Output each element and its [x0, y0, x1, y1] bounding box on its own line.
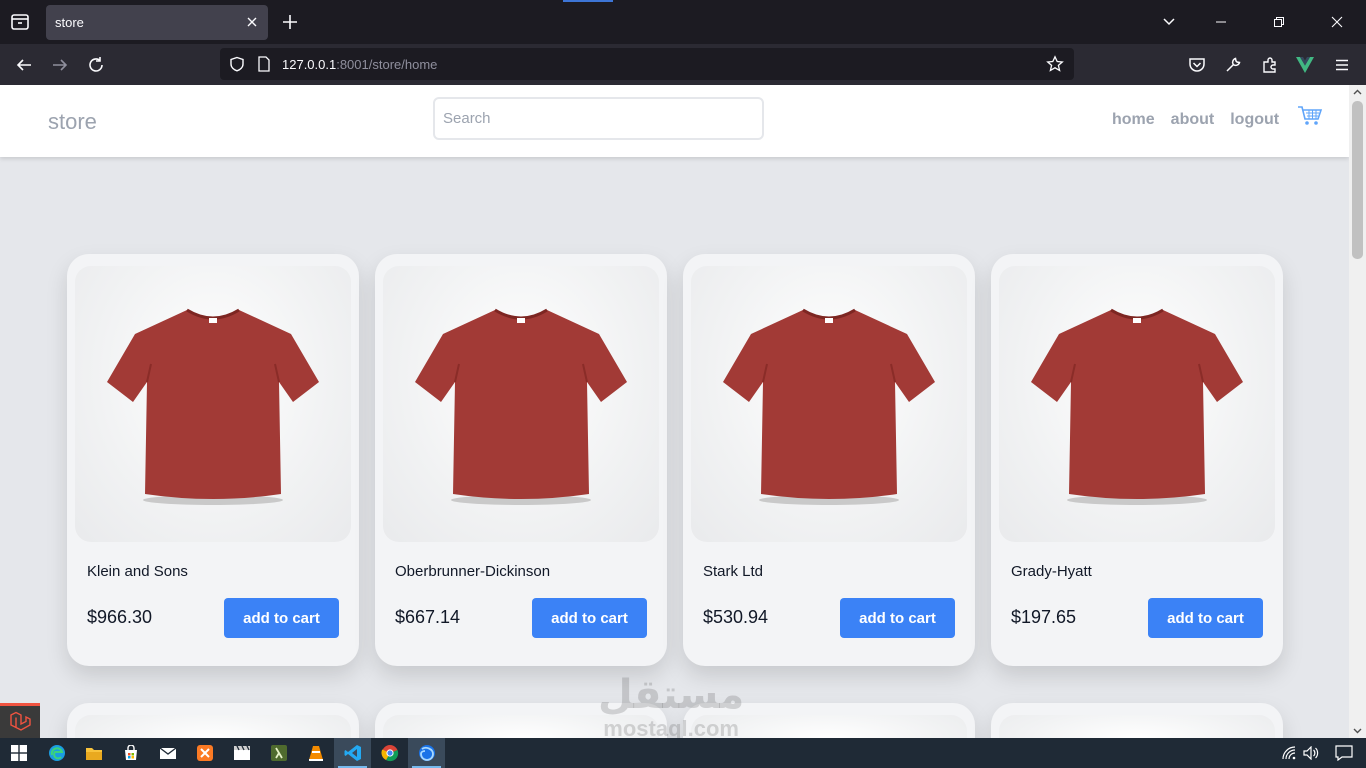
new-tab-icon[interactable] — [280, 12, 300, 32]
lambda-app-icon[interactable] — [260, 738, 297, 768]
product-name[interactable]: Oberbrunner-Dickinson — [395, 563, 550, 580]
product-price: $197.65 — [1011, 607, 1077, 627]
main-nav: home about logout — [1112, 111, 1279, 129]
product-name[interactable]: Stark Ltd — [703, 563, 763, 580]
product-price: $530.94 — [703, 607, 769, 627]
red-tshirt-image — [1031, 308, 1243, 505]
tab-loading-indicator — [563, 0, 613, 2]
chrome-icon[interactable] — [371, 738, 408, 768]
search-input[interactable] — [433, 97, 764, 140]
minimize-icon[interactable] — [1192, 0, 1250, 44]
tab-title: store — [55, 15, 84, 30]
product-image[interactable] — [691, 266, 967, 542]
browser-toolbar: 127.0.0.1:8001/store/home — [0, 44, 1366, 85]
scroll-down-icon[interactable] — [1353, 726, 1362, 735]
product-card: Grady-Hyatt $197.65 add to cart — [991, 254, 1283, 666]
product-card: Oberbrunner-Dickinson $667.14 add to car… — [375, 254, 667, 666]
url-path: :8001/store/home — [336, 57, 438, 72]
product-price: $966.30 — [87, 607, 153, 627]
reload-icon[interactable] — [85, 54, 107, 76]
red-tshirt-image — [415, 308, 627, 505]
shield-icon[interactable] — [226, 53, 248, 75]
url-text: 127.0.0.1:8001/store/home — [282, 57, 437, 72]
list-all-tabs-icon[interactable] — [1146, 0, 1192, 44]
restore-icon[interactable] — [1250, 0, 1308, 44]
tab-list-icon[interactable] — [8, 10, 32, 34]
product-image[interactable] — [999, 266, 1275, 542]
watermark-arabic: مستقل — [598, 673, 745, 717]
network-icon[interactable] — [1278, 738, 1300, 768]
notifications-icon[interactable] — [1322, 738, 1366, 768]
vue-devtools-icon[interactable] — [1294, 54, 1316, 76]
firefox-developer-icon[interactable] — [408, 738, 445, 768]
edge-icon[interactable] — [38, 738, 75, 768]
menu-icon[interactable] — [1331, 54, 1353, 76]
brand-logo[interactable]: store — [48, 109, 97, 135]
product-name[interactable]: Grady-Hyatt — [1011, 563, 1092, 580]
page-info-icon[interactable] — [253, 53, 275, 75]
browser-tab-bar: store — [0, 0, 1366, 44]
nav-logout-link[interactable]: logout — [1230, 111, 1279, 129]
scroll-up-icon[interactable] — [1353, 88, 1362, 97]
xampp-icon[interactable] — [186, 738, 223, 768]
product-card: Klein and Sons $966.30 add to cart — [67, 254, 359, 666]
nav-about-link[interactable]: about — [1171, 111, 1215, 129]
browser-tab[interactable]: store — [46, 5, 268, 40]
product-image[interactable] — [75, 715, 351, 738]
close-window-icon[interactable] — [1308, 0, 1366, 44]
red-tshirt-image — [107, 308, 319, 505]
wrench-icon[interactable] — [1222, 54, 1244, 76]
windows-taskbar — [0, 738, 1366, 768]
product-card — [67, 703, 359, 738]
pocket-icon[interactable] — [1186, 54, 1208, 76]
windows-start-icon[interactable] — [0, 738, 37, 768]
vscode-icon[interactable] — [334, 738, 371, 768]
add-to-cart-button[interactable]: add to cart — [1148, 598, 1263, 638]
add-to-cart-button[interactable]: add to cart — [224, 598, 339, 638]
product-price: $667.14 — [395, 607, 461, 627]
back-icon[interactable] — [13, 54, 35, 76]
add-to-cart-button[interactable]: add to cart — [840, 598, 955, 638]
store-page: store home about logout Klein and Sons $… — [0, 85, 1349, 738]
video-editor-icon[interactable] — [223, 738, 260, 768]
laravel-debugbar-icon[interactable] — [0, 703, 40, 738]
product-card: Stark Ltd $530.94 add to cart — [683, 254, 975, 666]
bookmark-star-icon[interactable] — [1044, 53, 1066, 75]
product-image[interactable] — [999, 715, 1275, 738]
file-explorer-icon[interactable] — [75, 738, 112, 768]
watermark: مستقل mostaql.com — [598, 673, 744, 741]
red-tshirt-image — [723, 308, 935, 505]
volume-icon[interactable] — [1300, 738, 1322, 768]
vlc-icon[interactable] — [297, 738, 334, 768]
forward-icon[interactable] — [49, 54, 71, 76]
url-host: 127.0.0.1 — [282, 57, 337, 72]
address-bar[interactable]: 127.0.0.1:8001/store/home — [220, 48, 1074, 80]
close-tab-icon[interactable] — [244, 14, 260, 30]
site-header: store home about logout — [0, 85, 1349, 157]
nav-home-link[interactable]: home — [1112, 111, 1155, 129]
mail-icon[interactable] — [149, 738, 186, 768]
product-name[interactable]: Klein and Sons — [87, 563, 188, 580]
add-to-cart-button[interactable]: add to cart — [532, 598, 647, 638]
product-image[interactable] — [383, 266, 659, 542]
scroll-thumb[interactable] — [1352, 101, 1363, 259]
page-scrollbar[interactable] — [1349, 85, 1366, 738]
product-image[interactable] — [75, 266, 351, 542]
product-card — [991, 703, 1283, 738]
extensions-icon[interactable] — [1259, 54, 1281, 76]
store-bag-icon[interactable] — [112, 738, 149, 768]
cart-icon[interactable] — [1297, 105, 1323, 127]
